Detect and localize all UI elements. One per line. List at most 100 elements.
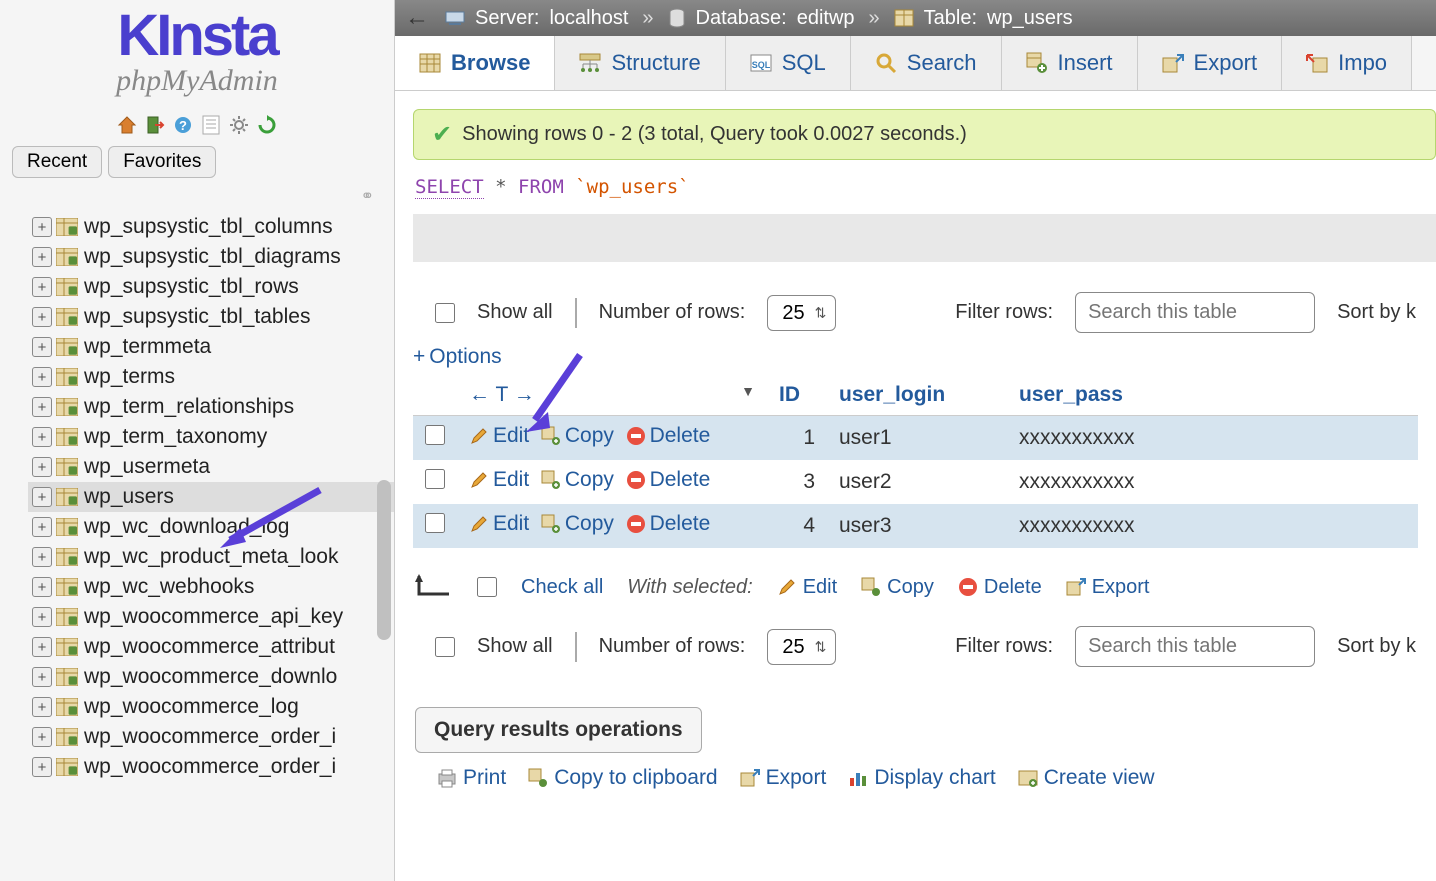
tree-item-wp_woocommerce_attribut[interactable]: +wp_woocommerce_attribut <box>28 632 394 662</box>
expand-icon[interactable]: + <box>32 367 52 387</box>
bulk-export[interactable]: Export <box>1066 576 1150 599</box>
row-copy[interactable]: Copy <box>541 468 614 492</box>
bulk-edit[interactable]: Edit <box>777 576 837 599</box>
expand-icon[interactable]: + <box>32 277 52 297</box>
expand-icon[interactable]: + <box>32 457 52 477</box>
row-edit[interactable]: Edit <box>469 424 529 448</box>
row-checkbox[interactable] <box>425 513 445 533</box>
tree-item-wp_supsystic_tbl_rows[interactable]: +wp_supsystic_tbl_rows <box>28 272 394 302</box>
row-edit[interactable]: Edit <box>469 468 529 492</box>
ops-print[interactable]: Print <box>437 766 506 790</box>
num-rows-label: Number of rows: <box>599 301 746 324</box>
tree-item-wp_woocommerce_order_i[interactable]: +wp_woocommerce_order_i <box>28 722 394 752</box>
check-all-label[interactable]: Check all <box>521 576 603 599</box>
row-delete[interactable]: Delete <box>626 512 711 536</box>
tree-item-wp_term_taxonomy[interactable]: +wp_term_taxonomy <box>28 422 394 452</box>
col-id[interactable]: ID <box>767 375 827 416</box>
table-icon <box>56 338 78 356</box>
expand-icon[interactable]: + <box>32 607 52 627</box>
row-checkbox[interactable] <box>425 425 445 445</box>
tree-item-wp_wc_product_meta_look[interactable]: +wp_wc_product_meta_look <box>28 542 394 572</box>
options-toggle[interactable]: +Options <box>413 345 1418 369</box>
expand-icon[interactable]: + <box>32 337 52 357</box>
tree-item-wp_woocommerce_downlo[interactable]: +wp_woocommerce_downlo <box>28 662 394 692</box>
ops-export[interactable]: Export <box>740 766 827 790</box>
tab-insert[interactable]: Insert <box>1002 36 1138 90</box>
tab-browse[interactable]: Browse <box>395 36 555 90</box>
exit-icon[interactable] <box>144 114 166 136</box>
home-icon[interactable] <box>116 114 138 136</box>
expand-icon[interactable]: + <box>32 727 52 747</box>
bulk-copy[interactable]: Copy <box>861 576 934 599</box>
cell-user-login: user3 <box>827 504 1007 548</box>
tree-item-wp_woocommerce_api_key[interactable]: +wp_woocommerce_api_key <box>28 602 394 632</box>
bulk-delete[interactable]: Delete <box>958 576 1042 599</box>
ops-copy-clipboard[interactable]: Copy to clipboard <box>528 766 717 790</box>
expand-icon[interactable]: + <box>32 427 52 447</box>
brand-sub: phpMyAdmin <box>0 64 394 98</box>
tree-item-wp_woocommerce_order_i[interactable]: +wp_woocommerce_order_i <box>28 752 394 782</box>
bc-table-value[interactable]: wp_users <box>987 7 1073 30</box>
filter-input[interactable] <box>1075 292 1315 333</box>
recent-button[interactable]: Recent <box>12 146 102 178</box>
num-rows-select[interactable]: 25 <box>767 295 836 331</box>
expand-icon[interactable]: + <box>32 757 52 777</box>
col-user-pass[interactable]: user_pass <box>1007 375 1418 416</box>
tree-item-wp_supsystic_tbl_diagrams[interactable]: +wp_supsystic_tbl_diagrams <box>28 242 394 272</box>
tree-item-wp_wc_webhooks[interactable]: +wp_wc_webhooks <box>28 572 394 602</box>
tree-item-wp_termmeta[interactable]: +wp_termmeta <box>28 332 394 362</box>
show-all-checkbox[interactable] <box>435 303 455 323</box>
ops-view[interactable]: Create view <box>1018 766 1155 790</box>
filter-input-bottom[interactable] <box>1075 626 1315 667</box>
row-edit[interactable]: Edit <box>469 512 529 536</box>
tree-item-wp_users[interactable]: +wp_users <box>28 482 394 512</box>
tree-item-wp_woocommerce_log[interactable]: +wp_woocommerce_log <box>28 692 394 722</box>
bc-db-value[interactable]: editwp <box>797 7 855 30</box>
reload-icon[interactable] <box>256 114 278 136</box>
expand-icon[interactable]: + <box>32 517 52 537</box>
row-copy[interactable]: Copy <box>541 424 614 448</box>
expand-icon[interactable]: + <box>32 697 52 717</box>
browse-icon <box>419 53 441 73</box>
scrollbar-thumb[interactable] <box>377 480 391 640</box>
tree-item-wp_supsystic_tbl_tables[interactable]: +wp_supsystic_tbl_tables <box>28 302 394 332</box>
tree-item-wp_terms[interactable]: +wp_terms <box>28 362 394 392</box>
tab-export[interactable]: Export <box>1138 36 1283 90</box>
tab-sql[interactable]: SQL SQL <box>726 36 851 90</box>
col-user-login[interactable]: user_login <box>827 375 1007 416</box>
expand-icon[interactable]: + <box>32 397 52 417</box>
row-checkbox[interactable] <box>425 469 445 489</box>
expand-icon[interactable]: + <box>32 667 52 687</box>
expand-icon[interactable]: + <box>32 577 52 597</box>
tree-item-wp_supsystic_tbl_columns[interactable]: +wp_supsystic_tbl_columns <box>28 212 394 242</box>
table-row: Edit Copy Delete1user1xxxxxxxxxxx <box>413 416 1418 461</box>
tree-item-wp_usermeta[interactable]: +wp_usermeta <box>28 452 394 482</box>
bc-server-value[interactable]: localhost <box>549 7 628 30</box>
expand-icon[interactable]: + <box>32 247 52 267</box>
expand-icon[interactable]: + <box>32 547 52 567</box>
tab-search[interactable]: Search <box>851 36 1002 90</box>
check-all-checkbox[interactable] <box>477 577 497 597</box>
expand-icon[interactable]: + <box>32 637 52 657</box>
show-all-checkbox-bottom[interactable] <box>435 637 455 657</box>
favorites-button[interactable]: Favorites <box>108 146 216 178</box>
expand-icon[interactable]: + <box>32 217 52 237</box>
row-copy[interactable]: Copy <box>541 512 614 536</box>
gear-icon[interactable] <box>228 114 250 136</box>
tree-item-wp_wc_download_log[interactable]: +wp_wc_download_log <box>28 512 394 542</box>
tab-import[interactable]: Impo <box>1282 36 1412 90</box>
expand-icon[interactable]: + <box>32 307 52 327</box>
sort-icon[interactable]: ▼ <box>741 383 755 399</box>
table-icon <box>56 398 78 416</box>
link-icon[interactable]: ⚭ <box>0 184 394 212</box>
row-delete[interactable]: Delete <box>626 424 711 448</box>
expand-icon[interactable]: + <box>32 487 52 507</box>
help-icon[interactable]: ? <box>172 114 194 136</box>
docs-icon[interactable] <box>200 114 222 136</box>
row-delete[interactable]: Delete <box>626 468 711 492</box>
tree-item-wp_term_relationships[interactable]: +wp_term_relationships <box>28 392 394 422</box>
num-rows-select-bottom[interactable]: 25 <box>767 629 836 665</box>
tab-structure[interactable]: Structure <box>555 36 725 90</box>
back-button[interactable]: ← <box>405 4 429 32</box>
ops-chart[interactable]: Display chart <box>848 766 995 790</box>
